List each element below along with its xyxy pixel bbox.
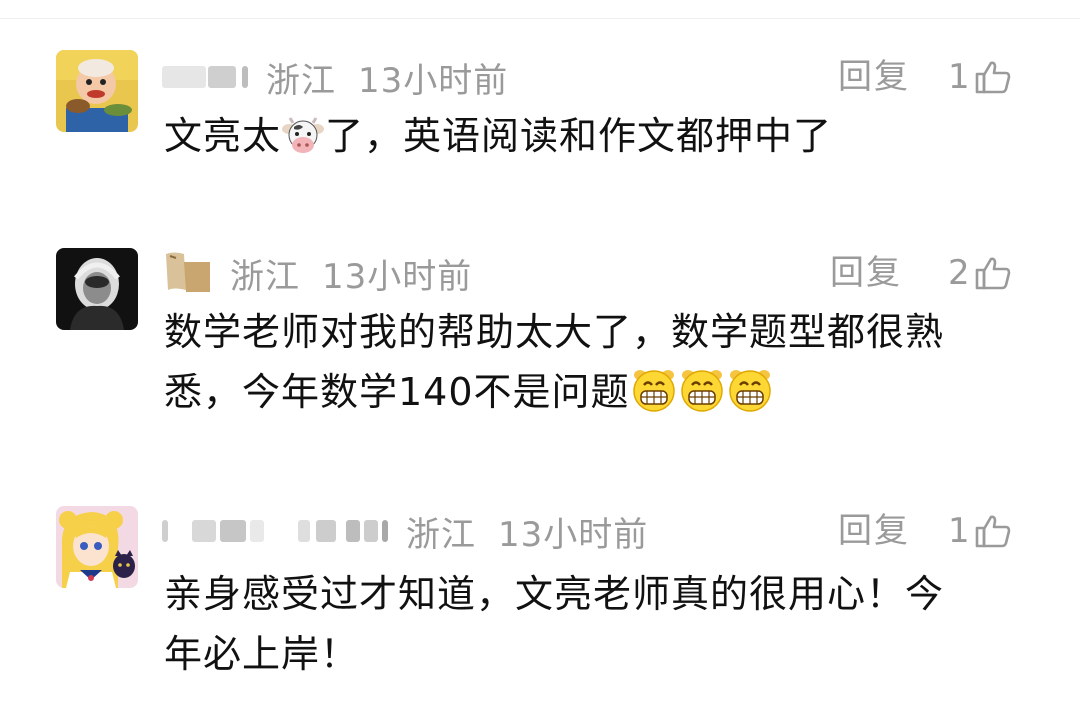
like-count: 1 [948, 57, 970, 97]
username-blurred[interactable] [162, 252, 214, 293]
thumbs-up-icon [975, 257, 1010, 290]
comment-region: 浙江 [230, 256, 300, 297]
comment-region: 浙江 [266, 60, 336, 101]
like-button[interactable]: 2 [948, 248, 1012, 298]
comment-line: 年必上岸！ [164, 632, 360, 676]
comment-meta: 浙江 13小时前 [162, 52, 508, 102]
grinning-face-emoji [630, 367, 678, 430]
comment-time: 13小时前 [358, 60, 509, 101]
cow-face-emoji [281, 114, 325, 174]
comment-line: 数学老师对我的帮助太大了，数学题型都很熟 [164, 310, 945, 354]
grinning-face-emoji [678, 367, 726, 430]
like-count: 1 [948, 511, 970, 551]
comment-line: 亲身感受过才知道，文亮老师真的很用心！今 [164, 572, 945, 616]
like-button[interactable]: 1 [948, 506, 1012, 556]
avatar[interactable] [56, 50, 138, 132]
reply-button[interactable]: 回复 [838, 52, 910, 102]
user-badge-icon [166, 252, 210, 292]
comment-time: 13小时前 [498, 514, 649, 555]
like-count: 2 [948, 253, 970, 293]
comment-region: 浙江 [406, 514, 476, 555]
like-button[interactable]: 1 [948, 52, 1012, 102]
comment-meta: 浙江 13小时前 [162, 506, 648, 556]
username-blurred[interactable] [162, 57, 248, 97]
comment-text: 数学老师对我的帮助太大了，数学题型都很熟 悉，今年数学140不是问题 [164, 302, 1014, 430]
comment-line: 悉，今年数学140不是问题 [164, 362, 1014, 430]
top-divider [0, 18, 1080, 19]
avatar[interactable] [56, 248, 138, 330]
reply-button[interactable]: 回复 [838, 506, 910, 556]
username-blurred[interactable] [162, 511, 388, 551]
comment-text: 亲身感受过才知道，文亮老师真的很用心！今 年必上岸！ [164, 564, 1014, 684]
grinning-face-emoji [726, 367, 774, 430]
comment-meta: 浙江 13小时前 [162, 248, 472, 298]
reply-button[interactable]: 回复 [830, 248, 902, 298]
avatar[interactable] [56, 506, 138, 588]
comment-time: 13小时前 [322, 256, 473, 297]
thumbs-up-icon [975, 515, 1010, 548]
thumbs-up-icon [975, 61, 1010, 94]
comment-text: 文亮太 了，英语阅读和作文都押中了 [164, 106, 1014, 174]
